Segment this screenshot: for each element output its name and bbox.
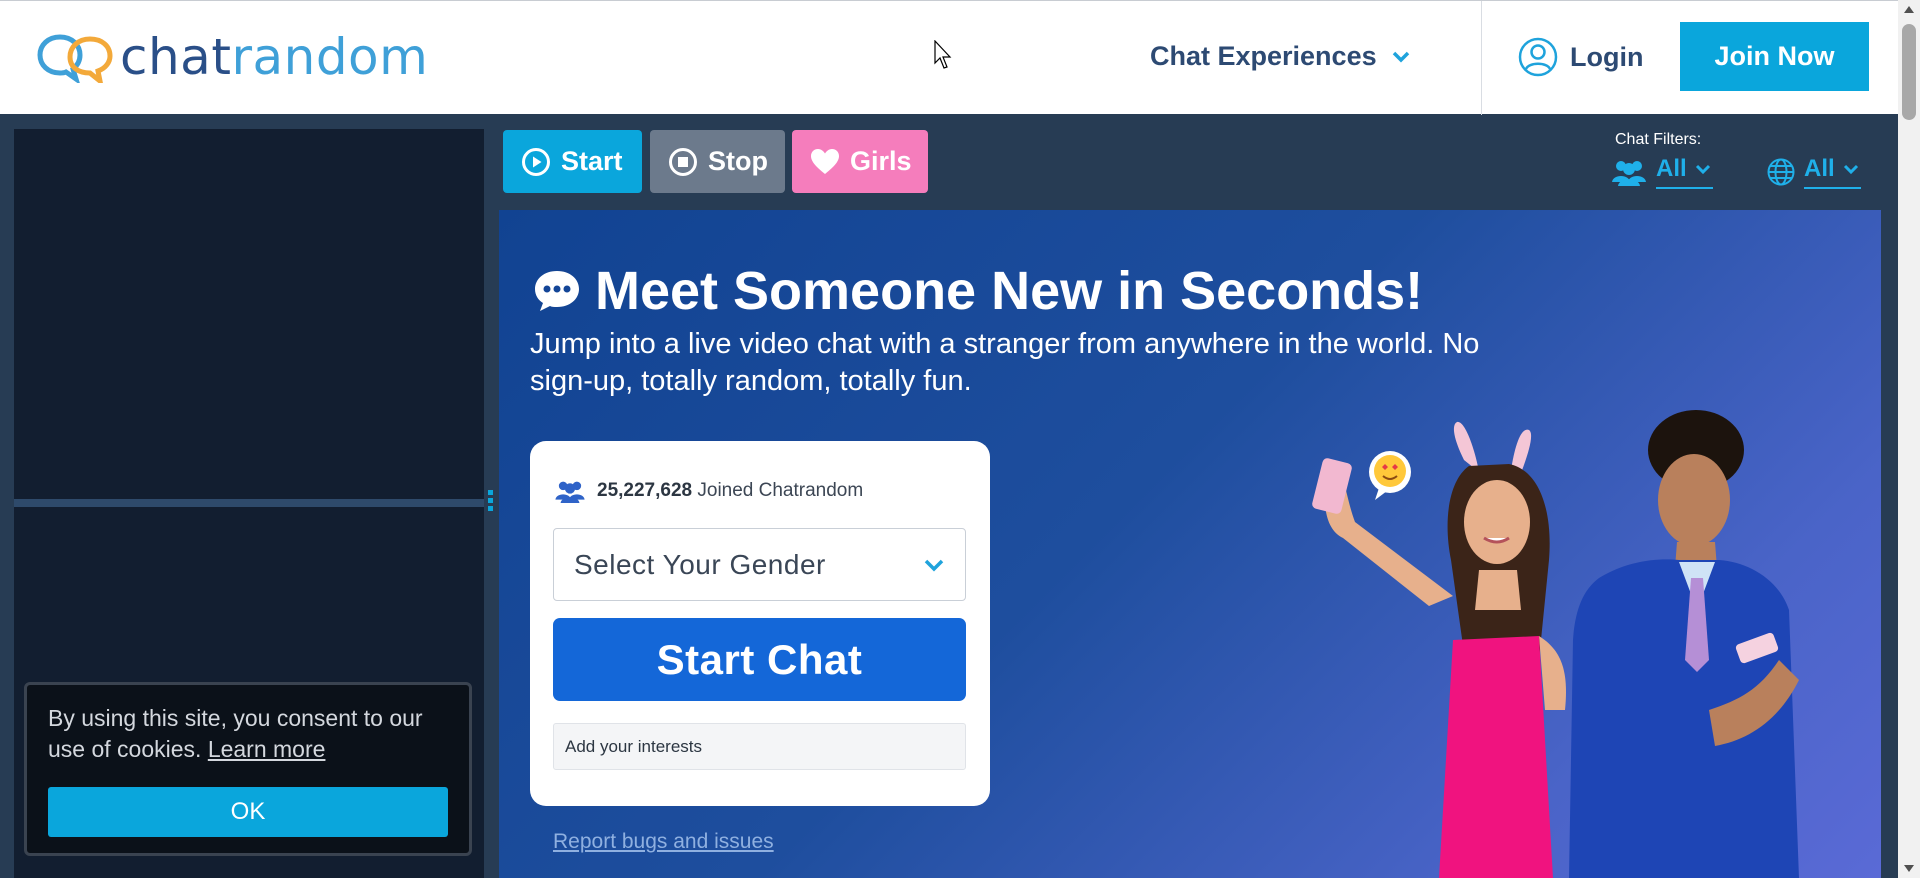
people-filter-label: All — [1656, 155, 1687, 182]
heart-eyes-emoji-icon — [1369, 451, 1411, 500]
chat-filters-label: Chat Filters: — [1615, 131, 1702, 148]
start-label: Start — [561, 146, 623, 176]
video-separator — [14, 499, 484, 507]
report-bugs-link[interactable]: Report bugs and issues — [553, 830, 774, 854]
gender-select[interactable]: Select Your Gender — [553, 528, 966, 601]
girls-label: Girls — [850, 146, 912, 176]
boy-figure — [1569, 410, 1799, 878]
users-group-icon — [1612, 161, 1646, 186]
start-chat-button[interactable]: Start Chat — [553, 618, 966, 701]
page-scrollbar[interactable] — [1898, 0, 1920, 878]
joined-text: Joined Chatrandom — [697, 480, 864, 501]
chat-experiences-menu[interactable]: Chat Experiences — [1150, 41, 1411, 72]
globe-icon — [1767, 158, 1795, 186]
login-button[interactable]: Login — [1518, 37, 1643, 77]
user-icon — [1518, 37, 1558, 77]
chat-experiences-label: Chat Experiences — [1150, 41, 1377, 71]
stranger-video-panel — [14, 129, 484, 499]
play-circle-icon — [522, 147, 550, 176]
girls-filter-button[interactable]: Girls — [792, 130, 928, 193]
chevron-down-icon — [924, 559, 944, 571]
region-filter-value: All — [1804, 155, 1861, 189]
hero-people-illustration — [1312, 410, 1799, 878]
joined-count: 25,227,628 — [597, 480, 693, 501]
hero-title-text: Meet Someone New in Seconds! — [595, 261, 1424, 321]
panel-resize-handle[interactable] — [488, 490, 494, 516]
people-filter-value: All — [1656, 155, 1713, 189]
gender-select-label: Select Your Gender — [574, 548, 826, 580]
cookie-ok-button[interactable]: OK — [48, 787, 448, 837]
logo-wordmark: chatrandom — [120, 31, 428, 83]
chatrandom-logo[interactable]: chatrandom — [36, 31, 428, 83]
users-group-icon — [555, 481, 585, 503]
chevron-down-icon — [1843, 164, 1858, 175]
interests-input[interactable]: Add your interests — [553, 723, 966, 770]
stop-label: Stop — [708, 146, 768, 176]
hero-subtitle: Jump into a live video chat with a stran… — [530, 328, 1480, 397]
scroll-up-arrow-icon[interactable] — [1904, 6, 1914, 13]
heart-icon — [811, 148, 839, 174]
chat-bubble-icon — [535, 271, 579, 311]
logo-random: random — [231, 28, 429, 86]
header-divider — [1481, 1, 1482, 115]
region-filter-label: All — [1804, 155, 1835, 182]
mouse-cursor-icon — [934, 40, 952, 69]
cookie-text: By using this site, you consent to our u… — [48, 703, 448, 765]
hero-section: Meet Someone New in Seconds! Jump into a… — [499, 210, 1881, 878]
scroll-down-arrow-icon[interactable] — [1904, 865, 1914, 872]
hero-title: Meet Someone New in Seconds! — [533, 260, 1423, 322]
region-filter-dropdown[interactable]: All — [1766, 155, 1861, 189]
stop-circle-icon — [669, 147, 697, 176]
chevron-down-icon — [1392, 51, 1409, 62]
start-chat-card: 25,227,628 Joined Chatrandom Select Your… — [530, 441, 990, 806]
start-button[interactable]: Start — [503, 130, 642, 193]
join-now-button[interactable]: Join Now — [1680, 22, 1869, 91]
girl-figure — [1312, 421, 1566, 878]
learn-more-link[interactable]: Learn more — [208, 736, 326, 762]
login-label: Login — [1570, 41, 1644, 72]
scrollbar-thumb[interactable] — [1902, 24, 1916, 120]
joined-counter: 25,227,628 Joined Chatrandom — [553, 479, 863, 503]
chevron-down-icon — [1695, 164, 1710, 175]
stop-button[interactable]: Stop — [650, 130, 785, 193]
logo-chat: chat — [120, 28, 232, 86]
chat-bubbles-logo-icon — [37, 34, 113, 83]
people-filter-dropdown[interactable]: All — [1610, 155, 1713, 189]
cookie-banner: By using this site, you consent to our u… — [24, 682, 472, 856]
